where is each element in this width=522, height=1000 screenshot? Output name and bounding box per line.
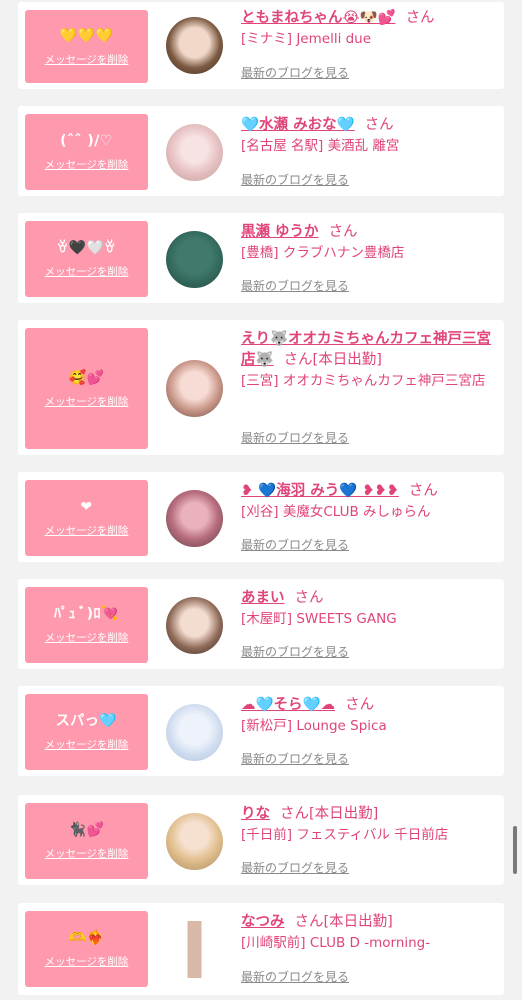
list-item: ﾊﾟｭ ﾞ)ﾛ💘 メッセージを削除 あまい さん [木屋町] SWEETS GAN… [18,579,504,669]
latest-blog-link[interactable]: 最新のブログを見る [241,430,349,446]
cast-name-link[interactable]: あまい [241,590,285,606]
message-list: 💛💛💛 メッセージを削除 ともまねちゃん😭🐶💕 さん [ミナミ] Jemelli … [0,0,522,1000]
name-suffix: さん[本日出勤] [280,806,379,822]
shop-info: [豊橋] クラブハナン豊橋店 [241,245,405,261]
cast-name-link[interactable]: なつみ [241,914,285,930]
message-stamp: 🫶❤‍🔥 [68,930,105,946]
delete-message-button[interactable]: ꈊ🖤🤍ꈊ メッセージを削除 [25,221,148,297]
avatar[interactable] [166,490,223,547]
avatar[interactable] [166,597,223,654]
latest-blog-link[interactable]: 最新のブログを見る [241,751,349,767]
name-line: ❥ 💙海羽 みう💙 ❥❥❥ さん [241,481,497,502]
delete-message-button[interactable]: 💛💛💛 メッセージを削除 [25,10,148,83]
name-suffix: さん[本日出勤] [294,914,393,930]
delete-message-label: メッセージを削除 [44,159,129,171]
name-suffix: さん [328,224,358,240]
avatar[interactable] [166,813,223,870]
avatar[interactable] [166,231,223,288]
scrollbar[interactable] [513,826,517,874]
avatar[interactable] [166,360,223,417]
cast-name-link[interactable]: ☁🩵そら🩵☁ [241,697,335,713]
list-item: (ˆˆ )/♡ メッセージを削除 🩵水瀬 みおな🩵 さん [名古屋 名駅] 美酒乱… [18,106,504,196]
delete-message-label: メッセージを削除 [44,632,129,644]
delete-message-button[interactable]: 🫶❤‍🔥 メッセージを削除 [25,911,148,987]
shop-info: [名古屋 名駅] 美酒乱 離宮 [241,138,400,154]
shop-info: [木屋町] SWEETS GANG [241,611,397,627]
name-line: えり🐺オオカミちゃんカフェ神戸三宮店🐺 さん[本日出勤] [241,329,497,371]
avatar[interactable] [166,124,223,181]
message-stamp: 🐈‍⬛💕 [68,822,105,838]
name-suffix: さん [405,10,435,26]
name-line: りな さん[本日出勤] [241,804,497,825]
latest-blog-link[interactable]: 最新のブログを見る [241,278,349,294]
delete-message-label: メッセージを削除 [44,525,129,537]
list-item: ❤ メッセージを削除 ❥ 💙海羽 みう💙 ❥❥❥ さん [刈谷] 美魔女CLUB … [18,472,504,562]
name-suffix: さん [294,590,324,606]
name-suffix: さん [408,483,438,499]
cast-name-link[interactable]: 黒瀬 ゆうか [241,224,319,240]
message-stamp: 💛💛💛 [59,27,114,44]
message-stamp: ﾊﾟｭ ﾞ)ﾛ💘 [54,606,119,622]
avatar[interactable] [166,17,223,74]
cast-name-link[interactable]: ともまねちゃん😭🐶💕 [241,10,396,26]
name-line: 黒瀬 ゆうか さん [241,222,497,243]
delete-message-button[interactable]: ❤ メッセージを削除 [25,480,148,556]
message-stamp: ꈊ🖤🤍ꈊ [57,240,116,256]
name-line: なつみ さん[本日出勤] [241,912,497,933]
delete-message-label: メッセージを削除 [44,848,129,860]
name-suffix: さん[本日出勤] [283,352,382,368]
latest-blog-link[interactable]: 最新のブログを見る [241,65,349,81]
shop-info: [千日前] フェスティバル 千日前店 [241,827,449,843]
delete-message-label: メッセージを削除 [44,739,129,751]
avatar[interactable] [166,921,223,978]
list-item: スパっ🩵 メッセージを削除 ☁🩵そら🩵☁ さん [新松戸] Lounge Spic… [18,686,504,776]
cast-name-link[interactable]: 🩵水瀬 みおな🩵 [241,117,355,133]
latest-blog-link[interactable]: 最新のブログを見る [241,172,349,188]
latest-blog-link[interactable]: 最新のブログを見る [241,860,349,876]
message-stamp: スパっ🩵 [55,713,118,729]
shop-info: [新松戸] Lounge Spica [241,718,387,734]
delete-message-button[interactable]: 🥰💕 メッセージを削除 [25,328,148,449]
name-suffix: さん [345,697,375,713]
latest-blog-link[interactable]: 最新のブログを見る [241,537,349,553]
list-item: 🫶❤‍🔥 メッセージを削除 なつみ さん[本日出勤] [川崎駅前] CLUB D … [18,903,504,995]
cast-name-link[interactable]: りな [241,806,270,822]
name-line: ☁🩵そら🩵☁ さん [241,695,497,716]
delete-message-button[interactable]: 🐈‍⬛💕 メッセージを削除 [25,803,148,879]
delete-message-label: メッセージを削除 [44,266,129,278]
shop-info: [三宮] オオカミちゃんカフェ神戸三宮店 [241,373,486,389]
delete-message-label: メッセージを削除 [44,53,129,66]
latest-blog-link[interactable]: 最新のブログを見る [241,969,349,985]
list-item: 🐈‍⬛💕 メッセージを削除 りな さん[本日出勤] [千日前] フェスティバル 千… [18,795,504,885]
name-line: あまい さん [241,588,497,609]
shop-info: [川崎駅前] CLUB D -morning- [241,935,431,951]
name-suffix: さん [364,117,394,133]
delete-message-button[interactable]: スパっ🩵 メッセージを削除 [25,694,148,770]
avatar[interactable] [166,704,223,761]
delete-message-button[interactable]: ﾊﾟｭ ﾞ)ﾛ💘 メッセージを削除 [25,587,148,663]
shop-info: [刈谷] 美魔女CLUB みしゅらん [241,504,431,520]
cast-name-link[interactable]: ❥ 💙海羽 みう💙 ❥❥❥ [241,483,399,499]
message-stamp: 🥰💕 [68,369,105,386]
name-line: ともまねちゃん😭🐶💕 さん [241,8,497,29]
delete-message-label: メッセージを削除 [44,395,129,408]
shop-info: [ミナミ] Jemelli due [241,31,372,47]
list-item: ꈊ🖤🤍ꈊ メッセージを削除 黒瀬 ゆうか さん [豊橋] クラブハナン豊橋店 最新… [18,213,504,303]
list-item: 🥰💕 メッセージを削除 えり🐺オオカミちゃんカフェ神戸三宮店🐺 さん[本日出勤] … [18,320,504,455]
list-item: 💛💛💛 メッセージを削除 ともまねちゃん😭🐶💕 さん [ミナミ] Jemelli … [18,2,504,89]
latest-blog-link[interactable]: 最新のブログを見る [241,644,349,660]
message-stamp: (ˆˆ )/♡ [60,133,113,149]
delete-message-label: メッセージを削除 [44,956,129,968]
name-line: 🩵水瀬 みおな🩵 さん [241,115,497,136]
delete-message-button[interactable]: (ˆˆ )/♡ メッセージを削除 [25,114,148,190]
message-stamp: ❤ [80,499,93,515]
